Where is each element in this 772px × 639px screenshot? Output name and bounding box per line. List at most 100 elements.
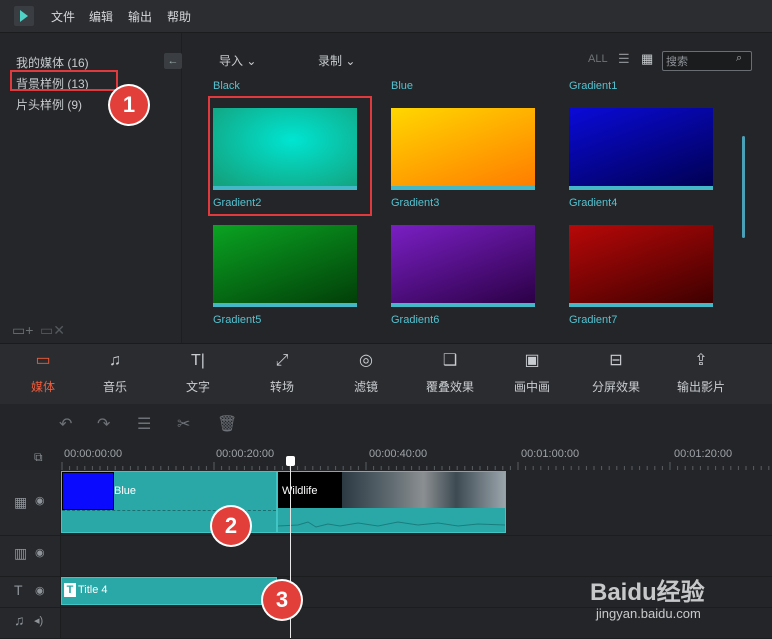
menu-export[interactable]: 输出 [128,8,152,25]
ruler-time-1: 00:00:20:00 [216,448,275,460]
thumbnail-progress-bar [569,186,713,190]
tab-music-note[interactable]: ♫ 音乐 [85,342,145,395]
media-label-gradient7: Gradient7 [569,314,618,326]
eye-icon[interactable]: ◉ [35,546,45,559]
delete-icon[interactable]: 🗑 [217,414,237,434]
library-item-intros[interactable]: 片头样例 (9) [16,96,82,113]
text-track-icon: T [14,582,23,598]
playhead-handle[interactable] [286,456,295,466]
tab-split-screen[interactable]: ⊟ 分屏效果 [586,342,646,395]
all-filter[interactable]: ALL [588,53,608,65]
tab-label: 覆叠效果 [425,380,474,394]
media-thumbnail-gradient4[interactable] [569,108,713,190]
tab-pip[interactable]: ▣ 画中画 [502,342,562,395]
text-icon: T| [191,352,205,369]
media-label-gradient3: Gradient3 [391,197,440,209]
search-icon[interactable]: ⌕ [736,52,742,65]
cut-icon[interactable]: ✂ [177,414,190,434]
app-logo-icon [14,6,34,26]
clip-wildlife-label: Wildlife [282,485,318,497]
video-track-2 [0,536,772,577]
film-icon: ▦ [14,494,28,510]
media-label-blue: Blue [391,80,414,92]
clip-blue-thumbnail [62,472,114,510]
import-label: 导入 [219,54,244,68]
highlight-box-gradient2 [208,96,372,216]
import-button[interactable]: 导入 ⌄ [219,52,256,69]
tab-label: 输出影片 [676,380,725,394]
clip-wildlife[interactable]: Wildlife [277,471,506,533]
clip-title-label: Title 4 [78,584,108,596]
record-label: 录制 [318,54,343,68]
media-scrollbar[interactable] [742,136,745,238]
thumbnail-progress-bar [569,303,713,307]
split-screen-icon: ⊟ [609,352,623,369]
clip-title[interactable]: T Title 4 [61,577,277,605]
tab-export[interactable]: ⇪ 输出影片 [671,342,731,395]
tab-label: 画中画 [513,380,550,394]
watermark-brand: Baidu经验 [590,579,705,606]
menu-bar [0,0,772,33]
title-clip-icon: T [64,583,76,597]
grid-view-icon[interactable]: ▦ [641,51,653,67]
snap-icon[interactable]: ⧉ [34,450,43,465]
thumbnail-progress-bar [391,303,535,307]
tab-label: 音乐 [102,380,127,394]
watermark-url: jingyan.baidu.com [596,606,701,621]
clip-wildlife-frames [342,472,505,508]
media-label-gradient6: Gradient6 [391,314,440,326]
folder-icon: ▭ [35,352,51,369]
audio-track-header [0,608,61,638]
ruler-ticks [61,462,770,470]
tab-label: 转场 [269,380,294,394]
clip-wildlife-waveform [278,521,505,528]
eye-icon[interactable]: ◉ [35,584,45,597]
media-thumbnail-gradient5[interactable] [213,225,357,307]
music-note-icon: ♫ [109,352,121,369]
tab-label: 文字 [185,380,210,394]
undo-icon[interactable]: ↶ [59,414,72,434]
menu-file[interactable]: 文件 [51,8,75,25]
media-thumbnail-gradient3[interactable] [391,108,535,190]
transition-icon: ⤢ [275,352,289,369]
remove-folder-icon[interactable]: ▭✕ [40,322,65,339]
video-track-2-header [0,536,61,576]
adjust-icon[interactable]: ☰ [137,414,151,434]
record-button[interactable]: 录制 ⌄ [318,52,355,69]
media-label-black: Black [213,80,240,92]
annotation-badge-1: 1 [110,86,148,124]
tab-filter[interactable]: ◎ 滤镜 [336,342,396,395]
menu-help[interactable]: 帮助 [167,8,191,25]
overlay-track-icon: ▥ [14,545,28,561]
list-view-icon[interactable]: ☰ [618,51,630,67]
media-thumbnail-gradient7[interactable] [569,225,713,307]
tab-label: 滤镜 [353,380,378,394]
overlay-icon: ❑ [442,352,458,369]
ruler-time-0: 00:00:00:00 [64,448,123,460]
library-item-my-media[interactable]: 我的媒体 (16) [16,54,89,71]
tab-overlay[interactable]: ❑ 覆叠效果 [420,342,480,395]
thumbnail-progress-bar [391,186,535,190]
annotation-badge-2: 2 [212,507,250,545]
filter-icon: ◎ [359,352,373,369]
search-placeholder: 搜索 [666,56,688,68]
add-folder-icon[interactable]: ▭+ [12,322,33,339]
export-icon: ⇪ [694,352,708,369]
media-label-gradient1: Gradient1 [569,80,618,92]
redo-icon[interactable]: ↷ [97,414,110,434]
thumbnail-progress-bar [213,303,357,307]
media-label-gradient4: Gradient4 [569,197,618,209]
media-label-gradient5: Gradient5 [213,314,262,326]
tab-text[interactable]: T| 文字 [168,342,228,395]
collapse-panel-button[interactable]: ← [164,53,182,69]
ruler-time-4: 00:01:20:00 [674,448,733,460]
ruler-time-3: 00:01:00:00 [521,448,580,460]
media-thumbnail-gradient6[interactable] [391,225,535,307]
speaker-icon[interactable]: ◂) [34,614,43,627]
tab-folder[interactable]: ▭ 媒体 [13,342,73,395]
menu-edit[interactable]: 编辑 [89,8,113,25]
eye-icon[interactable]: ◉ [35,494,45,507]
edit-toolbar [0,404,772,440]
clip-blue-audio-line [62,510,276,511]
tab-transition[interactable]: ⤢ 转场 [252,342,312,395]
